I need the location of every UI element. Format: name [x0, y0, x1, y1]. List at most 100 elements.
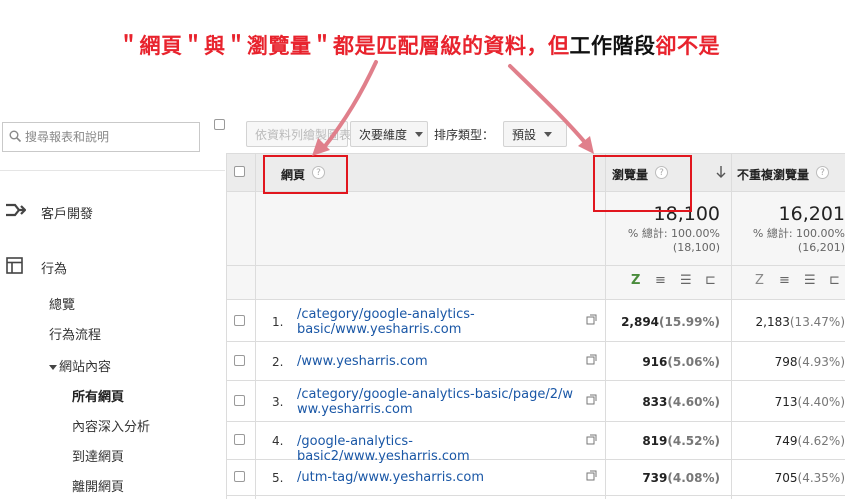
search-input[interactable]: [25, 128, 195, 146]
annotation-text: ＂網頁＂與＂瀏覽量＂都是匹配層級的資料，但工作階段卻不是: [118, 30, 720, 60]
sidebar-item-overview[interactable]: 總覽: [49, 294, 75, 313]
comparison-view-icon[interactable]: ☰: [804, 273, 816, 288]
row-pageviews: 739(4.08%): [642, 471, 720, 485]
sidebar-item-exit-pages[interactable]: 離開網頁: [72, 476, 124, 495]
sidebar-divider: [0, 170, 225, 171]
row-number: 3.: [272, 395, 284, 409]
row-page-link[interactable]: /category/google-analytics-basic/www.yes…: [297, 307, 582, 337]
secondary-dimension-label: 次要維度: [359, 127, 408, 142]
row-page-link[interactable]: /category/google-analytics-basic/page/2/…: [297, 387, 582, 417]
row-unique-pageviews: 705(4.35%): [775, 471, 845, 485]
pivot-view-icon[interactable]: ⊏: [829, 273, 840, 288]
sidebar-item-acquisition[interactable]: 客戶開發: [41, 203, 93, 222]
row-pageviews-pct: (15.99%): [659, 315, 720, 329]
column-header-unique-pageviews[interactable]: 不重複瀏覽量: [737, 166, 809, 183]
row-number: 2.: [272, 355, 284, 369]
row-number: 5.: [272, 471, 284, 485]
row-unique-pageviews: 749(4.62%): [775, 434, 845, 448]
row-unique-pageviews-pct: (4.35%): [797, 471, 845, 485]
total-unique-pageviews: 16,201: [778, 203, 845, 225]
help-icon[interactable]: ?: [816, 166, 829, 179]
row-checkbox[interactable]: [234, 395, 245, 406]
view-controls-row: [226, 265, 845, 299]
sort-descending-icon[interactable]: [716, 166, 726, 178]
total-unique-pageviews-of: (16,201): [797, 241, 845, 254]
chevron-down-icon: [544, 131, 553, 137]
row-pageviews-pct: (4.52%): [667, 434, 720, 448]
select-all-checkbox[interactable]: [234, 166, 245, 177]
highlight-box-pageviews: [593, 155, 692, 212]
row-pageviews: 833(4.60%): [642, 395, 720, 409]
annotation-part-3: 卻不是: [655, 34, 720, 58]
plot-rows-button[interactable]: 依資料列繪製圖表: [246, 121, 351, 147]
select-all-checkbox-top[interactable]: [214, 119, 225, 130]
row-page-link[interactable]: /utm-tag/www.yesharris.com: [297, 470, 582, 485]
sidebar-item-behavior[interactable]: 行為: [41, 258, 67, 277]
row-pageviews: 2,894(15.99%): [621, 315, 720, 329]
row-checkbox[interactable]: [234, 315, 245, 326]
sidebar-item-behavior-flow[interactable]: 行為流程: [49, 324, 101, 343]
row-page-link[interactable]: /google-analytics-basic2/www.yesharris.c…: [297, 434, 582, 464]
row-unique-pageviews-pct: (13.47%): [789, 315, 845, 329]
highlight-box-page: [263, 155, 348, 194]
performance-view-icon[interactable]: ≡: [779, 273, 790, 288]
row-pageviews-pct: (4.60%): [667, 395, 720, 409]
row-checkbox[interactable]: [234, 434, 245, 445]
sidebar-item-site-content[interactable]: 網站內容: [49, 356, 111, 375]
row-unique-pageviews: 798(4.93%): [775, 355, 845, 369]
row-pageviews-value: 2,894: [621, 315, 660, 329]
behavior-layout-icon: [6, 257, 23, 274]
row-pageviews-value: 819: [642, 434, 668, 448]
row-pageviews: 819(4.52%): [642, 434, 720, 448]
row-unique-pageviews-pct: (4.62%): [797, 434, 845, 448]
row-pageviews-pct: (4.08%): [667, 471, 720, 485]
row-number: 4.: [272, 434, 284, 448]
row-pageviews-pct: (5.06%): [667, 355, 720, 369]
chevron-down-icon: [415, 131, 424, 137]
sidebar-item-content-drilldown[interactable]: 內容深入分析: [72, 416, 150, 435]
row-pageviews: 916(5.06%): [642, 355, 720, 369]
sidebar-item-site-content-label: 網站內容: [59, 360, 112, 375]
open-page-icon[interactable]: [586, 354, 597, 365]
row-unique-pageviews-value: 798: [774, 355, 798, 369]
sort-type-dropdown[interactable]: 預設: [503, 121, 567, 147]
row-unique-pageviews-value: 2,183: [755, 315, 790, 329]
row-pageviews-value: 739: [642, 471, 668, 485]
row-unique-pageviews-value: 705: [774, 471, 798, 485]
row-unique-pageviews: 713(4.40%): [775, 395, 845, 409]
row-pageviews-value: 916: [642, 355, 668, 369]
open-page-icon[interactable]: [586, 470, 597, 481]
secondary-dimension-dropdown[interactable]: 次要維度: [350, 121, 428, 147]
row-pageviews-value: 833: [642, 395, 668, 409]
row-unique-pageviews-value: 749: [774, 434, 798, 448]
row-unique-pageviews-pct: (4.93%): [797, 355, 845, 369]
total-unique-pageviews-pct: % 總計: 100.00%: [752, 227, 845, 240]
total-pageviews-pct: % 總計: 100.00%: [627, 227, 720, 240]
search-icon: [9, 130, 22, 143]
comparison-view-icon[interactable]: ☰: [680, 273, 692, 288]
row-number: 1.: [272, 315, 284, 329]
acquisition-arrows-icon: [6, 203, 26, 217]
percentage-view-icon[interactable]: Z: [631, 273, 640, 288]
sidebar-item-all-pages[interactable]: 所有網頁: [72, 386, 124, 405]
row-unique-pageviews-pct: (4.40%): [797, 395, 845, 409]
annotation-part-1: ＂網頁＂與＂瀏覽量＂都是匹配層級的資料，但: [118, 34, 570, 58]
sort-type-label: 排序類型：: [434, 128, 495, 142]
search-box[interactable]: [2, 122, 200, 152]
pivot-view-icon[interactable]: ⊏: [705, 273, 716, 288]
row-unique-pageviews-value: 713: [774, 395, 798, 409]
sort-type-value: 預設: [512, 127, 537, 142]
sidebar-item-landing-pages[interactable]: 到達網頁: [72, 446, 124, 465]
row-page-link[interactable]: /www.yesharris.com: [297, 354, 582, 369]
row-unique-pageviews: 2,183(13.47%): [756, 315, 845, 329]
percentage-view-icon[interactable]: Z: [755, 273, 764, 288]
total-pageviews-of: (18,100): [672, 241, 720, 254]
open-page-icon[interactable]: [586, 394, 597, 405]
row-checkbox[interactable]: [234, 355, 245, 366]
row-checkbox[interactable]: [234, 471, 245, 482]
open-page-icon[interactable]: [586, 314, 597, 325]
expand-caret-icon: [49, 365, 57, 370]
annotation-part-2: 工作階段: [569, 34, 656, 58]
open-page-icon[interactable]: [586, 434, 597, 445]
performance-view-icon[interactable]: ≡: [655, 273, 666, 288]
